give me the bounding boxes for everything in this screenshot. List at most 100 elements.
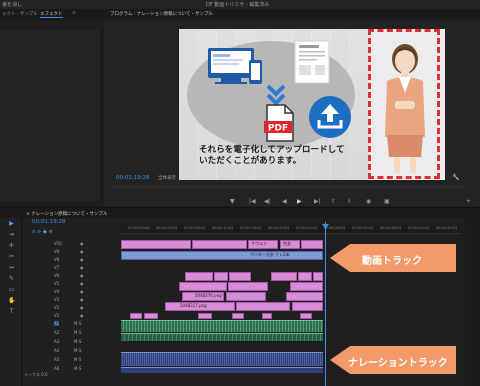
narration-clip-a5[interactable] (121, 367, 323, 373)
clip-v10-3[interactable]: サウルミ (248, 240, 278, 249)
comparison-icon[interactable]: ▣ (384, 198, 390, 205)
rectangle-tool-icon[interactable]: ▭ (8, 286, 15, 293)
eye-icon[interactable]: ◉ (80, 273, 84, 278)
video-track-label[interactable]: V6 (54, 273, 59, 278)
program-scrubber[interactable] (112, 186, 467, 188)
mix-value[interactable]: 0.0 (41, 372, 47, 377)
clip-v6-2[interactable] (228, 282, 268, 291)
mute-solo-icon[interactable]: M S (74, 321, 81, 326)
audio-track-label[interactable]: A3 (54, 339, 59, 344)
mute-solo-icon[interactable]: M S (74, 348, 81, 353)
eye-icon[interactable]: ◉ (80, 257, 84, 262)
audio-track-label[interactable]: A1 (54, 321, 60, 326)
clip-v10-2[interactable] (192, 240, 247, 249)
video-track-label[interactable]: V9 (54, 249, 59, 254)
tab-project[interactable]: ェクト : サンプル (2, 11, 38, 17)
video-track-label[interactable]: V1 (54, 313, 59, 318)
audio-track-label[interactable]: A4 (54, 348, 59, 353)
export-frame-icon[interactable]: ◉ (366, 198, 371, 205)
clip-v10-1[interactable] (121, 240, 191, 249)
clip-v6-3[interactable] (290, 282, 323, 291)
clip-v7-2[interactable] (214, 272, 228, 281)
add-button-icon[interactable]: + (466, 198, 471, 205)
video-track-label[interactable]: V7 (54, 265, 59, 270)
mute-solo-icon[interactable]: M S (74, 357, 81, 362)
video-track-label[interactable]: V5 (54, 281, 59, 286)
video-track-label[interactable]: V2 (54, 305, 59, 310)
clip-v7-5[interactable] (298, 272, 312, 281)
clip-v7-3[interactable] (229, 272, 251, 281)
selection-tool-icon[interactable]: ▶ (8, 220, 15, 227)
clip-v1-4[interactable] (232, 313, 244, 319)
clip-v7-1[interactable] (185, 272, 213, 281)
clip-v7-4[interactable] (271, 272, 297, 281)
snap-icon[interactable]: ∩ ⊳ ◆ ≡ (32, 229, 53, 235)
video-track-label[interactable]: V10 (54, 241, 62, 246)
mute-solo-icon[interactable]: M S (74, 366, 81, 371)
extract-icon[interactable]: ⇩ (347, 198, 352, 205)
frame-forward-icon[interactable]: ▶| (314, 198, 321, 205)
rewind-icon[interactable]: ◀| (264, 198, 271, 205)
tab-effect-controls[interactable]: ≡ (72, 11, 76, 16)
clip-v4-1[interactable]: 2048317.png (165, 302, 235, 311)
step-back-icon[interactable]: |◀ (249, 198, 256, 205)
clip-v4-2[interactable] (236, 302, 290, 311)
mark-in-icon[interactable]: ▼ (230, 198, 235, 205)
video-track-label[interactable]: V3 (54, 297, 59, 302)
pen-tool-icon[interactable]: ✎ (8, 275, 15, 282)
audio-clip-a2[interactable] (121, 333, 323, 341)
ripple-edit-icon[interactable]: ✢ (8, 242, 15, 249)
clip-v10-5[interactable] (301, 240, 323, 249)
audio-track-label[interactable]: A5 (54, 357, 59, 362)
tab-program-monitor[interactable]: プログラム : ナレーション原稿について・サンプル (110, 11, 213, 17)
clip-v5-3[interactable] (286, 292, 323, 301)
wrench-icon[interactable]: 🔧 (452, 174, 459, 181)
clip-v6-1[interactable] (179, 282, 227, 291)
razor-tool-icon[interactable]: ✂ (8, 253, 15, 260)
mute-solo-icon[interactable]: M S (74, 339, 81, 344)
clip-v7-6[interactable] (313, 272, 323, 281)
timeline-timecode[interactable]: 00;01;19;28 (32, 219, 66, 225)
timeline-scrollbar[interactable] (465, 218, 480, 386)
hand-tool-icon[interactable]: ✋ (8, 297, 15, 304)
ruler-tick-label: 00;01;12;02 (212, 226, 234, 230)
track-headers: 00;01;19;28 ∩ ⊳ ◆ ≡ (23, 218, 120, 386)
clip-v1-5[interactable] (262, 313, 272, 319)
lift-icon[interactable]: ⇧ (331, 198, 336, 205)
timeline-tab[interactable]: × ナレーション原稿について・サンプル (26, 211, 107, 217)
clip-v1-6[interactable] (300, 313, 312, 319)
clip-v1-1[interactable] (130, 313, 142, 319)
audio-track-label[interactable]: A2 (54, 330, 59, 335)
eye-icon[interactable]: ◉ (80, 281, 84, 286)
narration-clip-a4[interactable] (121, 352, 323, 366)
fit-dropdown[interactable]: 全体表示 (158, 175, 176, 181)
playhead[interactable] (325, 222, 326, 386)
audio-track-label[interactable]: A6 (54, 366, 59, 371)
eye-icon[interactable]: ◉ (80, 305, 84, 310)
clip-v1-2[interactable] (144, 313, 158, 319)
type-tool-icon[interactable]: T (8, 308, 15, 315)
clip-v10-4[interactable]: 色女 (280, 240, 300, 249)
clip-v5-2[interactable] (226, 292, 266, 301)
mute-solo-icon[interactable]: M S (74, 330, 81, 335)
eye-icon[interactable]: ◉ (80, 313, 84, 318)
video-track-label[interactable]: V8 (54, 257, 59, 262)
eye-icon[interactable]: ◉ (80, 289, 84, 294)
clip-v4-3[interactable] (292, 302, 323, 311)
tab-effects[interactable]: エフェクト (40, 11, 63, 18)
time-ruler[interactable]: 00;01;00;00 00;01;04;02 00;01;08;02 00;01;1… (120, 225, 460, 234)
video-track-label[interactable]: V4 (54, 289, 59, 294)
clip-v1-3[interactable] (198, 313, 212, 319)
clip-v9-avatar[interactable]: アバター方針 ナレ2本 (121, 251, 323, 260)
eye-icon[interactable]: ◉ (80, 249, 84, 254)
eye-icon[interactable]: ◉ (80, 241, 84, 246)
clip-v5-1[interactable]: 2048376.png (182, 292, 224, 301)
eye-icon[interactable]: ◉ (80, 297, 84, 302)
audio-clip-a1[interactable] (121, 320, 323, 332)
frame-back-icon[interactable]: ◀ (282, 198, 287, 205)
play-icon[interactable]: ▶ (297, 198, 302, 205)
eye-icon[interactable]: ◉ (80, 265, 84, 270)
slip-tool-icon[interactable]: ↔ (8, 264, 15, 271)
track-select-icon[interactable]: ⇥ (8, 231, 15, 238)
program-timecode[interactable]: 00;01;19;28 (116, 175, 150, 181)
